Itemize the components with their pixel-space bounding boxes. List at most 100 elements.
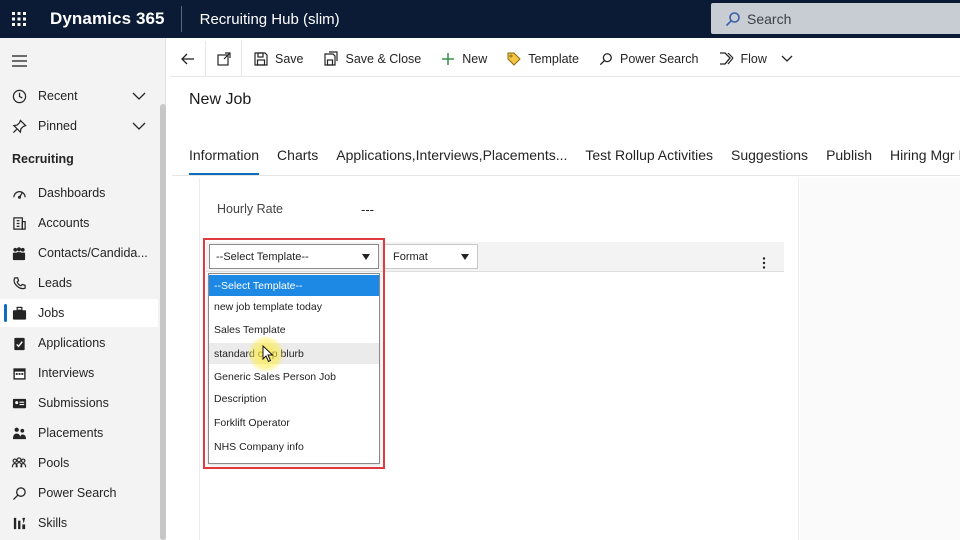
sidebar-item-pools[interactable]: Pools	[0, 449, 158, 477]
pool-people-icon	[11, 455, 27, 471]
flow-label: Flow	[740, 51, 767, 66]
phone-icon	[11, 275, 27, 291]
topbar-divider	[180, 6, 182, 32]
area-name[interactable]: Recruiting Hub (slim)	[200, 11, 340, 28]
open-new-window-button[interactable]	[206, 40, 242, 77]
save-button[interactable]: Save	[244, 41, 314, 77]
save-close-icon	[323, 51, 338, 66]
sidebar-scrollbar[interactable]	[160, 104, 166, 540]
tab-charts[interactable]: Charts	[277, 147, 318, 171]
tab-information[interactable]: Information	[189, 147, 260, 175]
caret-down-icon	[461, 254, 469, 260]
top-bar: Dynamics 365 Recruiting Hub (slim) Searc…	[0, 0, 960, 38]
sidebar-item-label: Submissions	[38, 396, 109, 410]
sidebar-item-jobs[interactable]: Jobs	[0, 299, 158, 327]
app-name[interactable]: Dynamics 365	[50, 9, 165, 29]
save-icon	[254, 51, 268, 66]
search-icon	[11, 485, 27, 501]
building-icon	[11, 215, 27, 231]
dashboard-icon	[11, 185, 27, 201]
tab-hiring-mgr[interactable]: Hiring Mgr Po	[890, 147, 960, 171]
hourly-rate-label: Hourly Rate	[217, 202, 283, 216]
tab-applications[interactable]: Applications,Interviews,Placements...	[336, 147, 567, 171]
power-search-button[interactable]: Power Search	[589, 41, 709, 77]
group-icon	[11, 425, 27, 441]
template-option[interactable]: standard co p blurb	[209, 343, 379, 364]
sidebar-item-label: Leads	[38, 276, 73, 290]
back-button[interactable]	[170, 40, 206, 77]
clipboard-check-icon	[11, 335, 27, 351]
template-option[interactable]: Sales Template	[209, 319, 379, 340]
tab-test-rollup-activities[interactable]: Test Rollup Activities	[585, 147, 713, 171]
global-search-input[interactable]: Search	[711, 3, 960, 34]
tab-suggestions[interactable]: Suggestions	[731, 147, 808, 171]
sidebar-section-recruiting: Recruiting	[12, 152, 74, 166]
chevron-down-icon[interactable]	[132, 120, 146, 134]
open-in-new-window-icon	[216, 51, 231, 66]
new-label: New	[462, 51, 488, 66]
template-option[interactable]: Description	[209, 388, 379, 409]
template-option[interactable]: Forklift Operator	[209, 412, 379, 433]
sidebar-item-leads[interactable]: Leads	[0, 269, 158, 297]
sidebar-item-label: Dashboards	[38, 186, 106, 200]
id-card-icon	[11, 395, 27, 411]
app-launcher-icon[interactable]	[0, 0, 38, 38]
template-label: Template	[528, 51, 579, 66]
tab-publish[interactable]: Publish	[826, 147, 872, 171]
flow-icon	[719, 52, 733, 65]
side-panel	[800, 178, 960, 540]
save-close-label: Save & Close	[345, 51, 422, 66]
save-close-button[interactable]: Save & Close	[314, 41, 432, 77]
sidebar-item-placements[interactable]: Placements	[0, 419, 158, 447]
template-button[interactable]: Template	[497, 41, 589, 77]
mouse-pointer-icon	[262, 344, 274, 368]
sidebar-recent[interactable]: Recent	[0, 82, 158, 110]
sidebar-item-dashboards[interactable]: Dashboards	[0, 179, 158, 207]
pin-icon	[11, 118, 27, 134]
sidebar-item-label: Skills	[38, 516, 68, 530]
sidebar: Recent Pinned Recruiting Dashboards Acco…	[0, 38, 166, 540]
hourly-rate-value[interactable]: ---	[361, 202, 374, 217]
hamburger-menu-icon[interactable]	[12, 54, 28, 72]
sidebar-item-label: Pools	[38, 456, 70, 470]
sidebar-pinned-label: Pinned	[38, 119, 77, 133]
tag-icon	[507, 52, 521, 66]
template-option[interactable]: new job template today	[209, 296, 379, 317]
sidebar-item-contacts[interactable]: Contacts/Candida...	[0, 239, 158, 267]
sidebar-item-power-search[interactable]: Power Search	[0, 479, 158, 507]
new-button[interactable]: New	[431, 41, 497, 77]
template-dropdown-list: --Select Template-- new job template tod…	[208, 273, 380, 464]
skills-icon	[11, 515, 27, 531]
command-bar: Save Save & Close New Template Power Sea…	[170, 40, 960, 77]
sidebar-item-label: Power Search	[38, 486, 117, 500]
sidebar-pinned[interactable]: Pinned	[0, 112, 158, 140]
sidebar-item-skills[interactable]: Skills	[0, 509, 158, 537]
sidebar-item-submissions[interactable]: Submissions	[0, 389, 158, 417]
search-icon	[725, 11, 740, 26]
back-arrow-icon	[180, 53, 194, 64]
calendar-icon	[11, 365, 27, 381]
sidebar-item-applications[interactable]: Applications	[0, 329, 158, 357]
tabs-divider	[172, 175, 960, 176]
sidebar-item-label: Applications	[38, 336, 106, 350]
sidebar-item-label: Interviews	[38, 366, 95, 380]
people-icon	[11, 245, 27, 261]
sidebar-item-interviews[interactable]: Interviews	[0, 359, 158, 387]
template-option[interactable]: --Select Template--	[209, 275, 379, 296]
search-icon	[599, 52, 612, 65]
chevron-down-icon[interactable]	[132, 90, 146, 104]
power-search-label: Power Search	[619, 51, 699, 66]
sidebar-item-label: Jobs	[38, 306, 65, 320]
page-title: New Job	[189, 91, 252, 108]
format-select-value: Format	[393, 250, 428, 263]
save-label: Save	[275, 51, 304, 66]
chevron-down-icon[interactable]	[781, 55, 793, 63]
template-option[interactable]: Generic Sales Person Job	[209, 366, 379, 387]
flow-button[interactable]: Flow	[709, 41, 803, 77]
plus-icon	[442, 52, 455, 65]
template-option[interactable]: NHS Company info	[209, 436, 379, 457]
format-select[interactable]: Format	[384, 244, 478, 269]
more-options-icon[interactable]	[762, 256, 766, 274]
search-placeholder: Search	[747, 10, 792, 27]
sidebar-item-accounts[interactable]: Accounts	[0, 209, 158, 237]
